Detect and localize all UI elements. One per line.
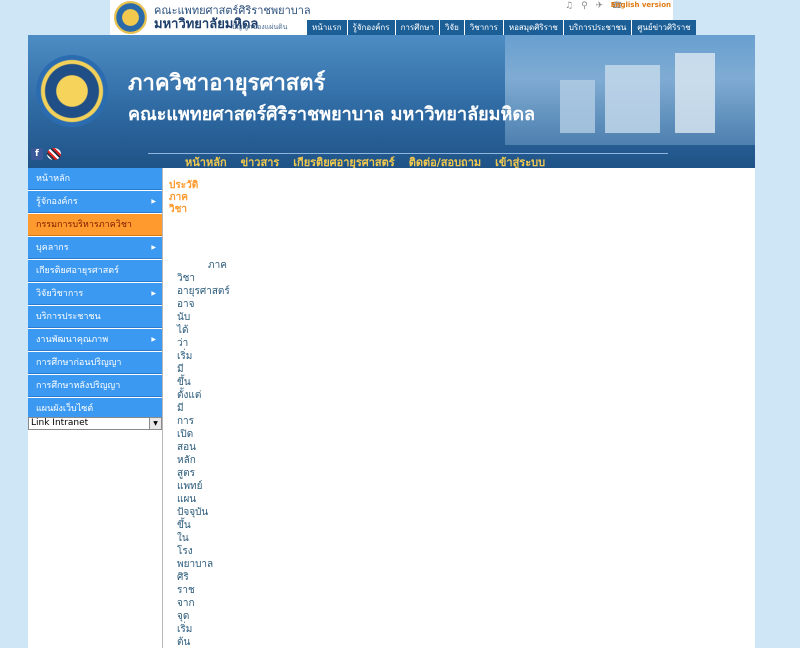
building-shape (560, 80, 595, 133)
department-banner: ภาควิชาอายุรศาสตร์ คณะแพทยศาสตร์ศิริราชพ… (28, 35, 755, 168)
uk-flag-icon[interactable] (47, 148, 61, 160)
link-icon[interactable]: ⚲ (581, 1, 588, 11)
word: เปิด (177, 429, 194, 440)
building-shape (675, 53, 715, 133)
sidebar-item-label: กรรมการบริหารภาควิชา (36, 220, 132, 230)
word: วิชา (177, 273, 196, 284)
select-value: Link Intranet (31, 418, 89, 428)
sidebar: หน้าหลัก รู้จักองค์กร ▶ กรรมการบริหารภาคว… (28, 168, 162, 648)
sidebar-item[interactable]: หน้าหลัก (28, 168, 162, 190)
top-menu-item[interactable]: หน้าแรก (306, 20, 347, 35)
word: นับ (177, 312, 191, 323)
top-menu: หน้าแรก รู้จักองค์กร การศึกษา วิจัย วิชา… (306, 20, 696, 35)
word: จุด (177, 611, 190, 622)
top-menu-item[interactable]: บริการประชาชน (562, 20, 632, 35)
top-menu-item[interactable]: การศึกษา (394, 20, 439, 35)
nav-home[interactable]: หน้าหลัก (185, 153, 227, 168)
word: ต้น (177, 637, 191, 648)
word: ขึ้น (177, 520, 191, 531)
word: ศิริ (177, 572, 189, 583)
article-first-word: ภาค (208, 260, 227, 271)
triangle-right-icon: ▶ (151, 198, 156, 205)
building-shape (605, 65, 660, 133)
top-menu-item[interactable]: วิชาการ (463, 20, 503, 35)
faculty-title: คณะแพทยศาสตร์ศิริราชพยาบาล มหาวิทยาลัยมห… (128, 104, 536, 125)
top-menu-item[interactable]: รู้จักองค์กร (346, 20, 395, 35)
sidebar-item-label: รู้จักองค์กร (36, 197, 78, 207)
sidebar-item-label: งานพัฒนาคุณภาพ (36, 335, 109, 345)
sidebar-item[interactable]: การศึกษาก่อนปริญญา (28, 352, 162, 374)
word: ตั้งแต่ (177, 390, 202, 401)
top-header: คณะแพทยศาสตร์ศิริราชพยาบาล มหาวิทยาลัยมห… (110, 0, 696, 35)
top-menu-item[interactable]: หอสมุดศิริราช (502, 20, 563, 35)
facebook-icon[interactable]: f (31, 148, 43, 160)
siriraj-logo-icon[interactable] (114, 1, 147, 34)
word: ว่า (177, 338, 189, 349)
top-menu-item[interactable]: วิจัย (438, 20, 464, 35)
sidebar-item-label: วิจัยวิชาการ (36, 289, 84, 299)
triangle-right-icon: ▶ (151, 336, 156, 343)
heading-word: ภาค (169, 192, 188, 203)
triangle-right-icon: ▶ (151, 290, 156, 297)
sidebar-item[interactable]: บุคลากร ▶ (28, 237, 162, 259)
word: หลัก (177, 455, 196, 466)
top-menu-item[interactable]: ศูนย์ข่าวศิริราช (631, 20, 695, 35)
sidebar-item[interactable]: เกียรติยศอายุรศาสตร์ (28, 260, 162, 282)
word: ปัจจุบัน (177, 507, 209, 518)
nav-login[interactable]: เข้าสู่ระบบ (495, 153, 545, 168)
intranet-select[interactable]: Link Intranet ▼ (28, 417, 162, 430)
triangle-right-icon: ▶ (151, 244, 156, 251)
heading-word: ประวัติ (169, 180, 199, 191)
word: แพทย์ (177, 481, 203, 492)
word: เริ่ม (177, 624, 193, 635)
sidebar-item-label: บุคลากร (36, 243, 69, 253)
word: ขึ้น (177, 377, 191, 388)
sidebar-item-label: การศึกษาหลังปริญญา (36, 381, 121, 391)
word: เริ่ม (177, 351, 193, 362)
sidebar-item[interactable]: งานพัฒนาคุณภาพ ▶ (28, 329, 162, 351)
word: มี (177, 364, 184, 375)
sidebar-item-label: แผนผังเว็บไซต์ (36, 404, 94, 414)
word: สอน (177, 442, 196, 453)
heading-word: วิชา (169, 204, 188, 215)
chevron-down-icon[interactable]: ▼ (149, 418, 161, 429)
word: สูตร (177, 468, 195, 479)
article-text: วิชา อายุรศาสตร์ อาจ นับ ได้ ว่า เริ่ม ม… (177, 272, 230, 648)
sidebar-item[interactable]: รู้จักองค์กร ▶ (28, 191, 162, 213)
word: มี (177, 403, 184, 414)
english-version-link[interactable]: English version (611, 1, 671, 9)
sitemap-icon[interactable]: ♫ (565, 1, 573, 11)
nav-honors[interactable]: เกียรติยศอายุรศาสตร์ (293, 153, 394, 168)
sidebar-item-active[interactable]: กรรมการบริหารภาควิชา (28, 214, 162, 236)
word: อาจ (177, 299, 195, 310)
history-heading: ประวัติ ภาค วิชา (169, 180, 198, 216)
word: อายุรศาสตร์ (177, 286, 230, 297)
word: ได้ (177, 325, 189, 336)
social-links: f (31, 148, 61, 160)
word: จาก (177, 598, 195, 609)
motto: ปัญญาของแผ่นดิน (232, 23, 288, 31)
word: พยาบาล (177, 559, 214, 570)
banner-nav: หน้าหลัก ข่าวสาร เกียรติยศอายุรศาสตร์ ติ… (185, 153, 545, 168)
sidebar-item-label: หน้าหลัก (36, 174, 71, 184)
department-title: ภาควิชาอายุรศาสตร์ (128, 71, 326, 96)
word: โรง (177, 546, 193, 557)
word: แผน (177, 494, 197, 505)
sidebar-item[interactable]: วิจัยวิชาการ ▶ (28, 283, 162, 305)
main-content: ประวัติ ภาค วิชา ภาค วิชา อายุรศาสตร์ อา… (162, 168, 755, 648)
nav-news[interactable]: ข่าวสาร (241, 153, 280, 168)
sidebar-item-label: บริการประชาชน (36, 312, 101, 322)
sidebar-item-label: การศึกษาก่อนปริญญา (36, 358, 122, 368)
sidebar-item[interactable]: บริการประชาชน (28, 306, 162, 328)
word: ใน (177, 533, 189, 544)
word: การ (177, 416, 195, 427)
word: ราช (177, 585, 195, 596)
nav-contact[interactable]: ติดต่อ/สอบถาม (409, 153, 481, 168)
sidebar-item[interactable]: การศึกษาหลังปริญญา (28, 375, 162, 397)
sidebar-item-label: เกียรติยศอายุรศาสตร์ (36, 266, 119, 276)
plane-icon[interactable]: ✈ (596, 1, 604, 11)
department-logo (36, 55, 108, 127)
